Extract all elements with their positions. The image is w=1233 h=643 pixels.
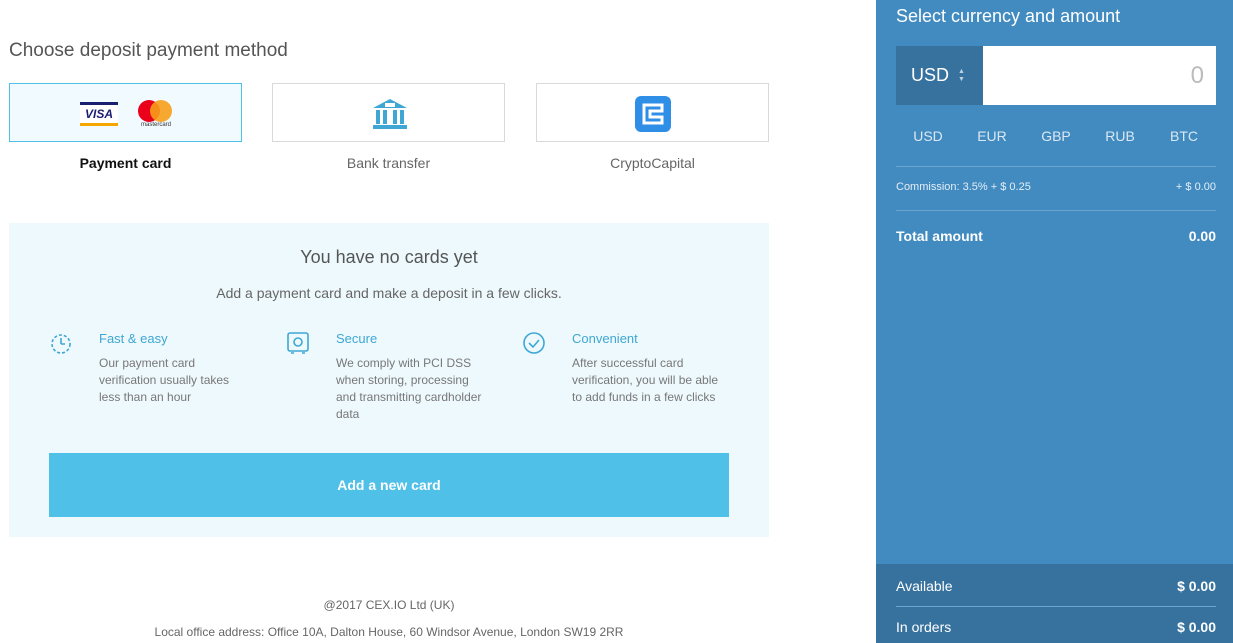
visa-logo: VISA bbox=[80, 102, 118, 126]
feature-title: Secure bbox=[336, 331, 378, 346]
currency-sidebar: Select currency and amount USD ▲▼ USD EU… bbox=[876, 0, 1233, 643]
footer-copyright: @2017 CEX.IO Ltd (UK) bbox=[323, 598, 455, 612]
method-bank-transfer[interactable] bbox=[272, 83, 505, 142]
no-cards-panel: You have no cards yet Add a payment card… bbox=[9, 223, 769, 537]
in-orders-label: In orders bbox=[896, 619, 952, 635]
currency-tab-usd[interactable]: USD bbox=[896, 128, 960, 144]
check-circle-icon bbox=[523, 332, 545, 354]
total-label: Total amount bbox=[896, 228, 983, 244]
add-card-button[interactable]: Add a new card bbox=[49, 453, 729, 517]
commission-value: + $ 0.00 bbox=[1175, 181, 1216, 193]
available-value: $ 0.00 bbox=[1177, 578, 1216, 594]
sort-arrows-icon: ▲ ▼ bbox=[958, 68, 965, 83]
panel-title: You have no cards yet bbox=[300, 247, 478, 267]
available-label: Available bbox=[896, 578, 953, 594]
footer-address: Local office address: Office 10A, Dalton… bbox=[154, 625, 624, 639]
currency-tab-eur[interactable]: EUR bbox=[960, 128, 1024, 144]
method-cryptocapital[interactable] bbox=[536, 83, 769, 142]
method-label-cryptocapital[interactable]: CryptoCapital bbox=[536, 155, 769, 171]
divider bbox=[896, 606, 1216, 607]
method-label-bank-transfer[interactable]: Bank transfer bbox=[272, 155, 505, 171]
feature-title: Convenient bbox=[572, 331, 638, 346]
in-orders-value: $ 0.00 bbox=[1177, 619, 1216, 635]
divider bbox=[896, 166, 1216, 167]
amount-input[interactable] bbox=[983, 46, 1216, 105]
feature-text: Our payment card verification usually ta… bbox=[99, 356, 230, 404]
main-content: Choose deposit payment method VISA maste… bbox=[0, 0, 876, 643]
method-payment-card[interactable]: VISA mastercard bbox=[9, 83, 242, 142]
commission-label: Commission: 3.5% + $ 0.25 bbox=[896, 181, 1031, 193]
currency-tab-btc[interactable]: BTC bbox=[1152, 128, 1216, 144]
page-title: Choose deposit payment method bbox=[9, 40, 288, 61]
mastercard-logo: mastercard bbox=[136, 98, 176, 130]
currency-tab-gbp[interactable]: GBP bbox=[1024, 128, 1088, 144]
sidebar-title: Select currency and amount bbox=[896, 6, 1121, 26]
feature-text: After successful card verification, you … bbox=[572, 356, 719, 404]
selected-currency: USD bbox=[911, 65, 950, 85]
cryptocapital-icon bbox=[635, 96, 671, 132]
total-value: 0.00 bbox=[1188, 228, 1216, 244]
bank-icon bbox=[373, 99, 407, 129]
method-label-payment-card[interactable]: Payment card bbox=[9, 155, 242, 171]
timer-icon bbox=[51, 334, 71, 354]
balance-footer: Available $ 0.00 In orders $ 0.00 bbox=[876, 564, 1233, 643]
safe-icon bbox=[287, 332, 309, 354]
currency-tab-rub[interactable]: RUB bbox=[1088, 128, 1152, 144]
amount-box: USD ▲ ▼ bbox=[896, 46, 1216, 105]
feature-title: Fast & easy bbox=[99, 331, 168, 346]
panel-subtitle: Add a payment card and make a deposit in… bbox=[216, 285, 562, 301]
feature-text: We comply with PCI DSS when storing, pro… bbox=[336, 356, 482, 421]
divider bbox=[896, 210, 1216, 211]
mastercard-logo-text: mastercard bbox=[140, 122, 171, 128]
currency-select[interactable]: USD ▲ ▼ bbox=[896, 46, 983, 105]
